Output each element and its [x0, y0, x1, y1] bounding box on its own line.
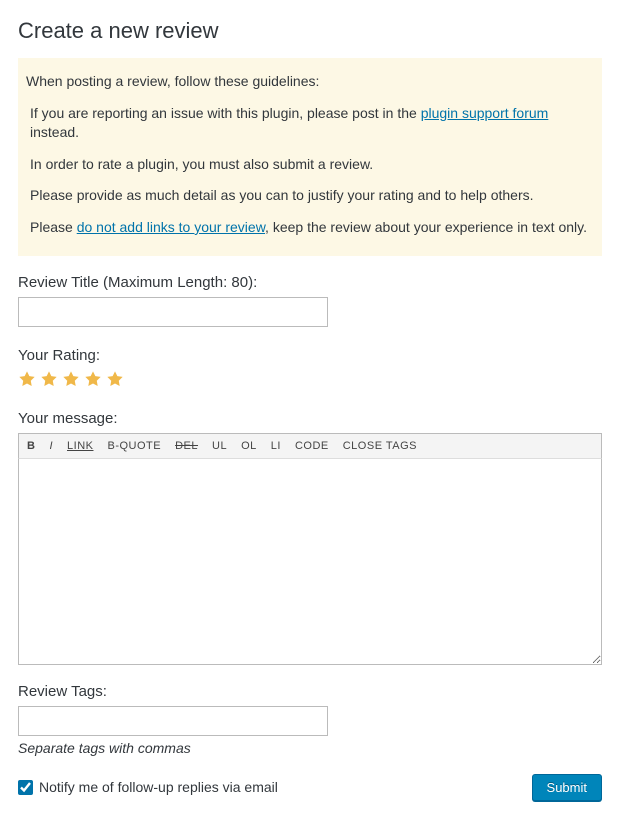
star-icon[interactable]: [18, 370, 36, 388]
tags-input[interactable]: [18, 706, 328, 736]
editor-toolbar: B I LINK B-QUOTE DEL UL OL LI CODE CLOSE…: [18, 433, 602, 459]
guidelines-issue-post: instead.: [30, 124, 79, 140]
review-title-label: Review Title (Maximum Length: 80):: [18, 274, 602, 291]
guidelines-issue-line: If you are reporting an issue with this …: [30, 104, 590, 143]
toolbar-italic-button[interactable]: I: [49, 440, 53, 452]
toolbar-bold-button[interactable]: B: [27, 440, 35, 452]
star-icon[interactable]: [40, 370, 58, 388]
notify-label[interactable]: Notify me of follow-up replies via email: [18, 779, 278, 795]
toolbar-ul-button[interactable]: UL: [212, 440, 227, 452]
star-icon[interactable]: [84, 370, 102, 388]
message-textarea[interactable]: [18, 459, 602, 665]
guidelines-links-pre: Please: [30, 219, 77, 235]
support-forum-link[interactable]: plugin support forum: [421, 105, 549, 121]
rating-label: Your Rating:: [18, 347, 602, 364]
notify-text: Notify me of follow-up replies via email: [39, 779, 278, 795]
bottom-row: Notify me of follow-up replies via email…: [18, 774, 602, 801]
toolbar-code-button[interactable]: CODE: [295, 440, 329, 452]
guidelines-detail-line: Please provide as much detail as you can…: [30, 186, 590, 206]
toolbar-close-tags-button[interactable]: CLOSE TAGS: [343, 440, 417, 452]
guidelines-issue-pre: If you are reporting an issue with this …: [30, 105, 421, 121]
no-links-link[interactable]: do not add links to your review: [77, 219, 265, 235]
tags-label: Review Tags:: [18, 683, 602, 700]
guidelines-intro: When posting a review, follow these guid…: [26, 72, 590, 92]
review-title-input[interactable]: [18, 297, 328, 327]
toolbar-ol-button[interactable]: OL: [241, 440, 257, 452]
rating-stars[interactable]: [18, 370, 602, 390]
star-icon[interactable]: [62, 370, 80, 388]
page-title: Create a new review: [18, 18, 602, 44]
toolbar-link-button[interactable]: LINK: [67, 440, 93, 452]
guidelines-links-line: Please do not add links to your review, …: [30, 218, 590, 238]
message-label: Your message:: [18, 410, 602, 427]
toolbar-del-button[interactable]: DEL: [175, 440, 198, 452]
star-icon[interactable]: [106, 370, 124, 388]
notify-checkbox[interactable]: [18, 780, 33, 795]
guidelines-links-post: , keep the review about your experience …: [265, 219, 587, 235]
guidelines-box: When posting a review, follow these guid…: [18, 58, 602, 256]
guidelines-rate-line: In order to rate a plugin, you must also…: [30, 155, 590, 175]
tags-hint: Separate tags with commas: [18, 740, 602, 756]
submit-button[interactable]: Submit: [532, 774, 602, 801]
toolbar-bquote-button[interactable]: B-QUOTE: [107, 440, 161, 452]
toolbar-li-button[interactable]: LI: [271, 440, 281, 452]
